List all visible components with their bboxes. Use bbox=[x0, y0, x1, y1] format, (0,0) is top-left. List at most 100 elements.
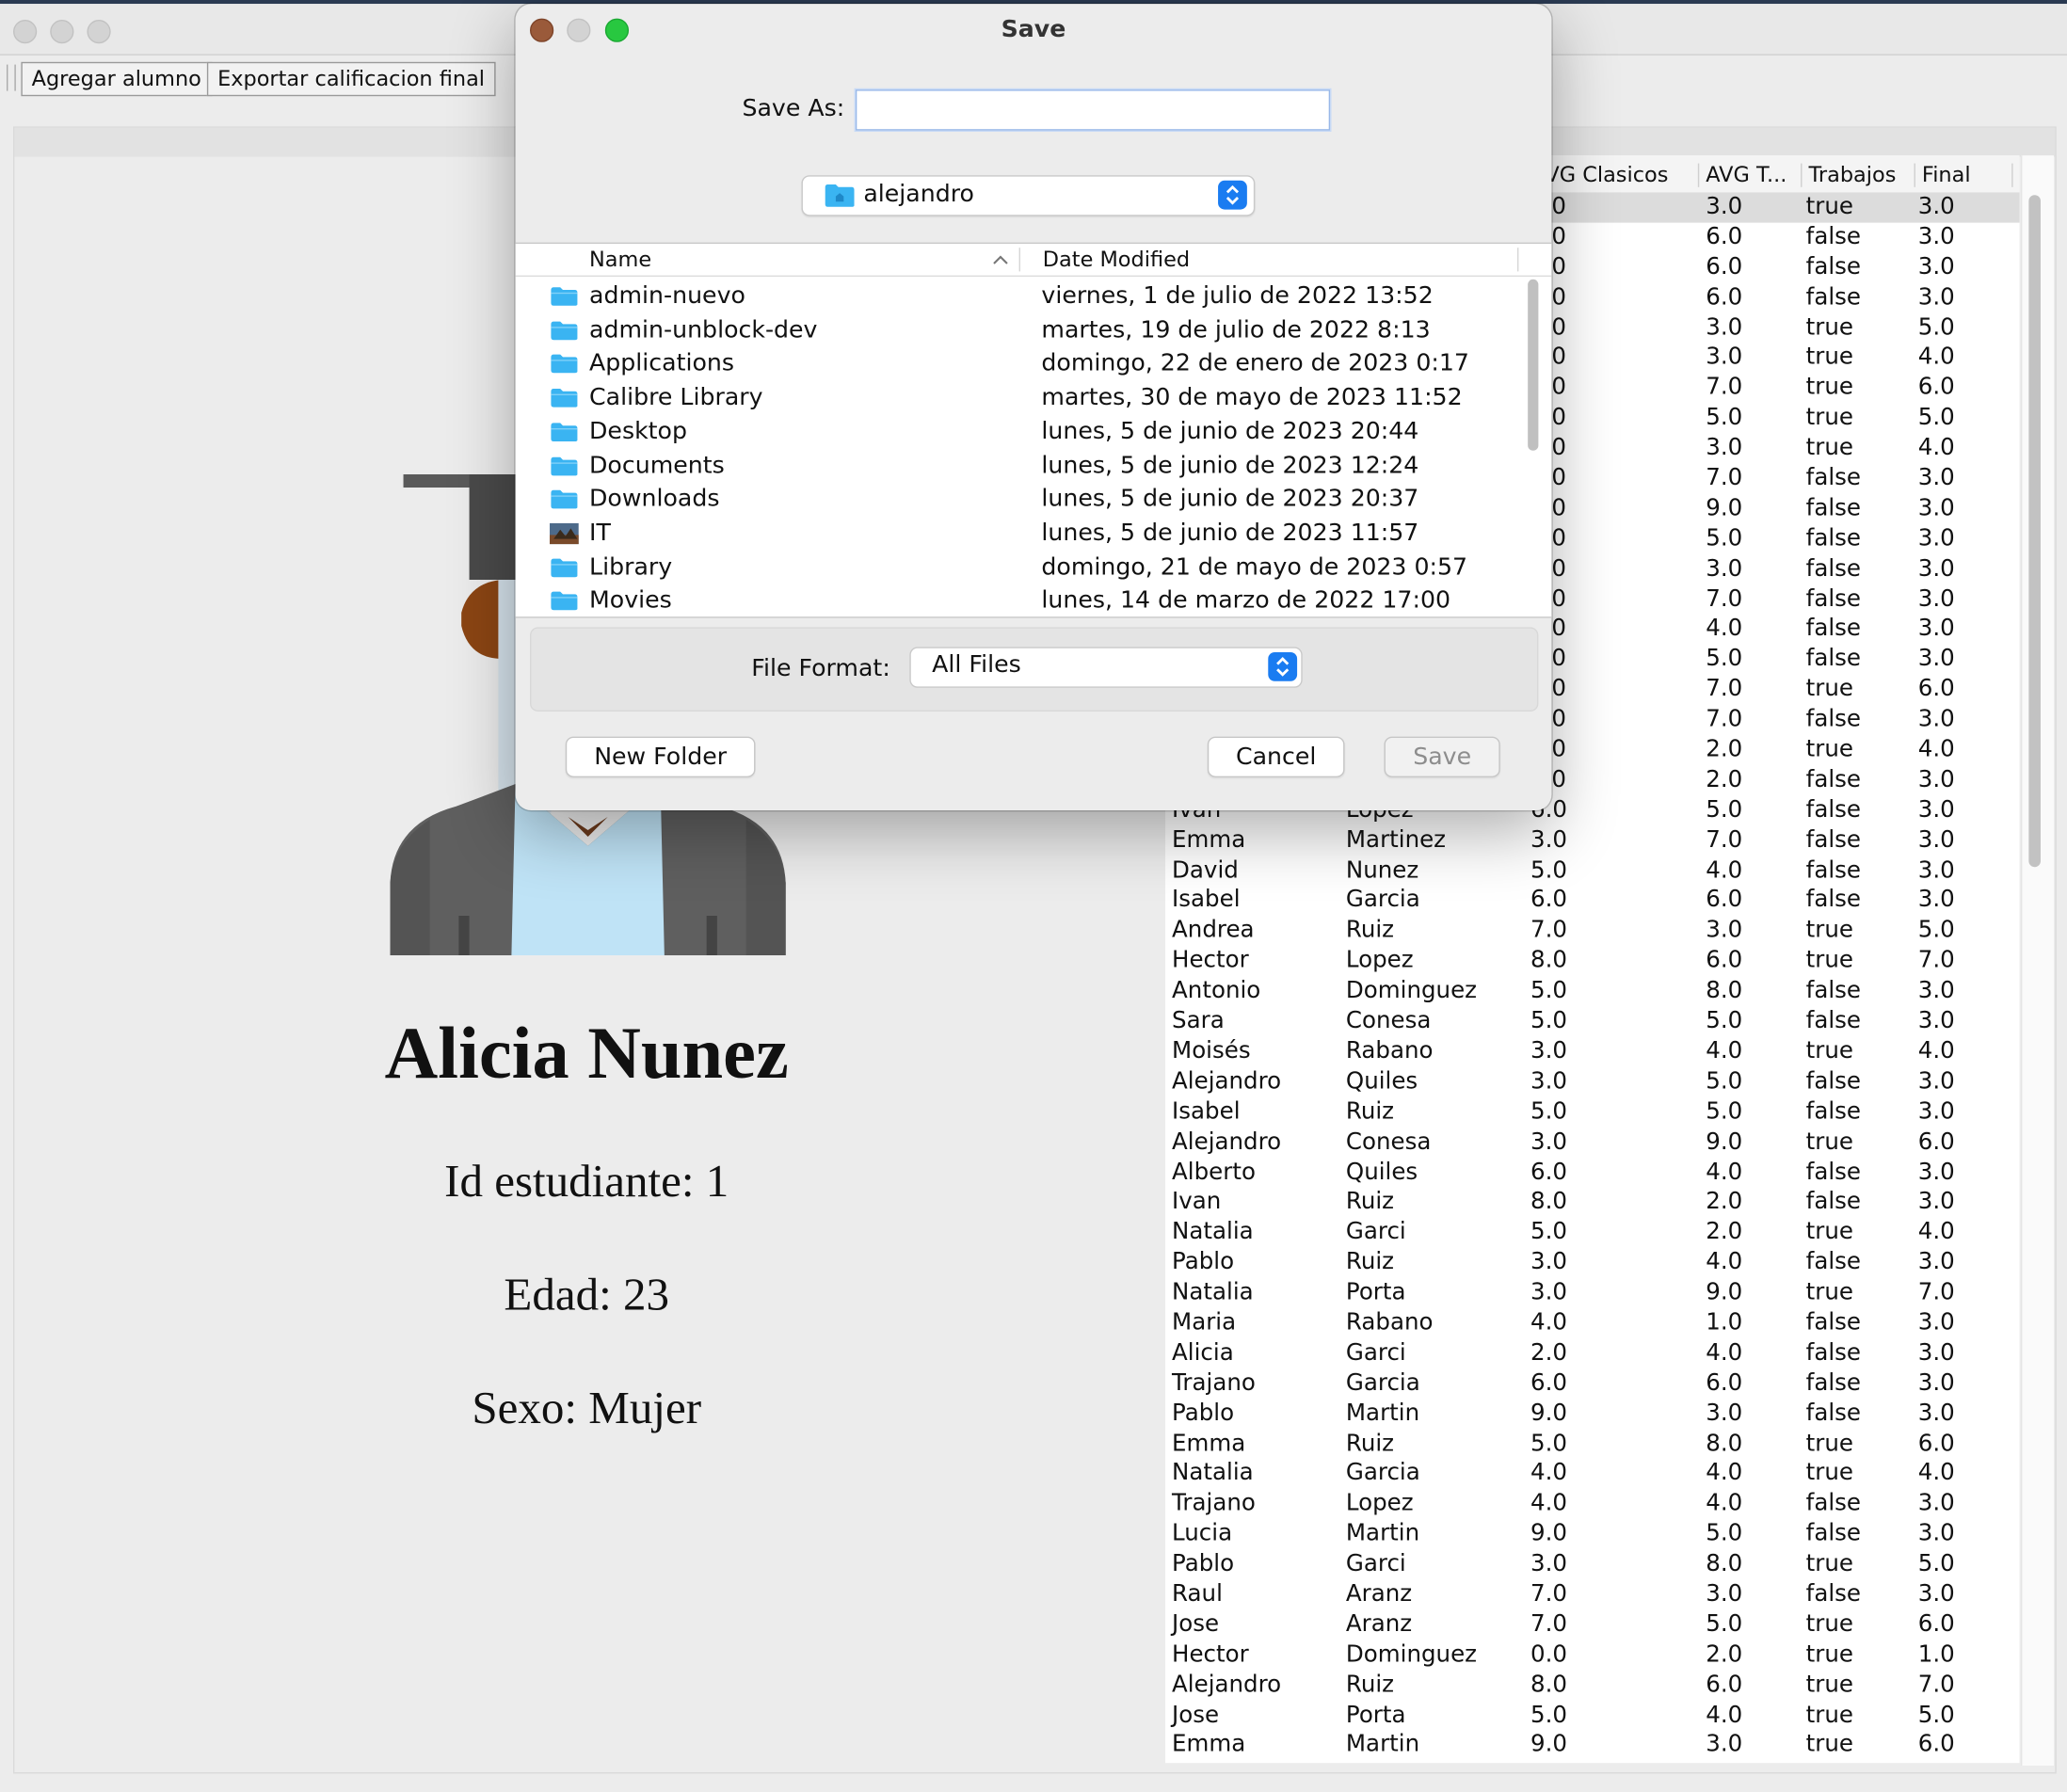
table-scroll-thumb[interactable] bbox=[2028, 195, 2041, 868]
avg-classics-cell: 3.0 bbox=[1530, 1550, 1567, 1577]
documents-folder-icon bbox=[551, 456, 578, 475]
export-final-grade-button[interactable]: Exportar calificacion final bbox=[206, 61, 496, 97]
first-name-cell: Pablo bbox=[1172, 1249, 1235, 1276]
first-name-cell: Hector bbox=[1172, 947, 1249, 974]
table-row[interactable]: Natalia Garci 5.0 2.0 true 4.0 bbox=[1165, 1218, 2020, 1248]
file-list-item[interactable]: Desktop lunes, 5 de junio de 2023 20:44 bbox=[516, 415, 1517, 449]
file-list-item[interactable]: admin-unblock-dev martes, 19 de julio de … bbox=[516, 313, 1517, 347]
table-row[interactable]: Pablo Martin 9.0 3.0 false 3.0 bbox=[1165, 1399, 2020, 1429]
file-format-stepper-icon[interactable] bbox=[1268, 652, 1298, 681]
table-row[interactable]: Emma Martinez 3.0 7.0 false 3.0 bbox=[1165, 825, 2020, 856]
trabajos-cell: true bbox=[1805, 405, 1853, 432]
file-date-modified: lunes, 5 de junio de 2023 20:44 bbox=[1041, 417, 1419, 445]
trabajos-cell: false bbox=[1805, 856, 1862, 884]
file-list-item[interactable]: Downloads lunes, 5 de junio de 2023 20:37 bbox=[516, 483, 1517, 517]
avg-t-cell: 5.0 bbox=[1706, 405, 1743, 432]
table-row[interactable]: Hector Dominguez 0.0 2.0 true 1.0 bbox=[1165, 1640, 2020, 1671]
col-header-avg-t[interactable]: AVG T... bbox=[1706, 162, 1798, 187]
avg-classics-cell: 0 bbox=[1551, 405, 1566, 432]
first-name-cell: David bbox=[1172, 856, 1239, 884]
last-name-cell: Porta bbox=[1345, 1279, 1406, 1306]
folder-icon bbox=[551, 389, 578, 408]
trabajos-cell: false bbox=[1805, 585, 1862, 613]
table-row[interactable]: Trajano Lopez 4.0 4.0 false 3.0 bbox=[1165, 1489, 2020, 1519]
table-row[interactable]: Isabel Ruiz 5.0 5.0 false 3.0 bbox=[1165, 1097, 2020, 1128]
location-stepper-icon[interactable] bbox=[1218, 180, 1247, 210]
first-name-cell: Moisés bbox=[1172, 1038, 1251, 1065]
table-scrollbar[interactable] bbox=[2020, 155, 2054, 1767]
final-cell: 6.0 bbox=[1917, 1732, 1955, 1759]
col-header-trabajos[interactable]: Trabajos bbox=[1808, 162, 1908, 187]
table-row[interactable]: Pablo Ruiz 3.0 4.0 false 3.0 bbox=[1165, 1248, 2020, 1278]
file-list-item[interactable]: Movies lunes, 14 de marzo de 2022 17:00 bbox=[516, 584, 1517, 618]
add-student-button[interactable]: Agregar alumno bbox=[21, 61, 213, 97]
trabajos-cell: false bbox=[1805, 1309, 1862, 1336]
table-row[interactable]: Ivan Ruiz 8.0 2.0 false 3.0 bbox=[1165, 1188, 2020, 1218]
col-header-avg-classics[interactable]: VG Clasicos bbox=[1545, 162, 1692, 187]
table-row[interactable]: Antonio Dominguez 5.0 8.0 false 3.0 bbox=[1165, 977, 2020, 1007]
file-list-scrollbar[interactable] bbox=[1521, 273, 1547, 615]
last-name-cell: Garci bbox=[1345, 1339, 1406, 1367]
table-row[interactable]: Jose Porta 5.0 4.0 true 5.0 bbox=[1165, 1701, 2020, 1731]
table-row[interactable]: Raul Aranz 7.0 3.0 false 3.0 bbox=[1165, 1580, 2020, 1610]
last-name-cell: Nunez bbox=[1345, 856, 1419, 884]
table-row[interactable]: Natalia Garcia 4.0 4.0 true 4.0 bbox=[1165, 1459, 2020, 1489]
table-row[interactable]: Alejandro Quiles 3.0 5.0 false 3.0 bbox=[1165, 1067, 2020, 1097]
file-list-item[interactable]: Applications domingo, 22 de enero de 2023… bbox=[516, 347, 1517, 381]
col-divider bbox=[1801, 163, 1803, 187]
table-row[interactable]: Natalia Porta 3.0 9.0 true 7.0 bbox=[1165, 1278, 2020, 1308]
table-row[interactable]: Alejandro Conesa 3.0 9.0 true 6.0 bbox=[1165, 1128, 2020, 1158]
table-row[interactable]: Alejandro Ruiz 8.0 6.0 true 7.0 bbox=[1165, 1671, 2020, 1701]
table-row[interactable]: Pablo Garci 3.0 8.0 true 5.0 bbox=[1165, 1550, 2020, 1580]
main-close-button[interactable] bbox=[13, 20, 38, 44]
name-column-header[interactable]: Name bbox=[589, 247, 651, 272]
avg-classics-cell: 5.0 bbox=[1530, 856, 1567, 884]
avg-classics-cell: 5.0 bbox=[1530, 1098, 1567, 1126]
trabajos-cell: true bbox=[1805, 193, 1853, 220]
table-row[interactable]: Alicia Garci 2.0 4.0 false 3.0 bbox=[1165, 1338, 2020, 1368]
file-list-item[interactable]: IT lunes, 5 de junio de 2023 11:57 bbox=[516, 517, 1517, 551]
file-list-scroll-thumb[interactable] bbox=[1528, 279, 1539, 451]
table-row[interactable]: Maria Rabano 4.0 1.0 false 3.0 bbox=[1165, 1308, 2020, 1338]
avg-classics-cell: 3.0 bbox=[1530, 1128, 1567, 1156]
avg-t-cell: 3.0 bbox=[1706, 313, 1743, 341]
avg-classics-cell: 0 bbox=[1551, 313, 1566, 341]
file-list-item[interactable]: admin-nuevo viernes, 1 de julio de 2022 1… bbox=[516, 280, 1517, 313]
table-row[interactable]: Moisés Rabano 3.0 4.0 true 4.0 bbox=[1165, 1037, 2020, 1067]
avg-classics-cell: 6.0 bbox=[1530, 887, 1567, 914]
save-button[interactable]: Save bbox=[1384, 736, 1500, 777]
table-row[interactable]: Emma Martin 9.0 3.0 true 6.0 bbox=[1165, 1731, 2020, 1761]
avg-classics-cell: 9.0 bbox=[1530, 1400, 1567, 1427]
file-list-item[interactable]: Documents lunes, 5 de junio de 2023 12:24 bbox=[516, 449, 1517, 483]
main-minimize-button[interactable] bbox=[50, 20, 74, 44]
table-row[interactable]: Emma Ruiz 5.0 8.0 true 6.0 bbox=[1165, 1429, 2020, 1459]
table-row[interactable]: Hector Lopez 8.0 6.0 true 7.0 bbox=[1165, 947, 2020, 977]
cancel-button[interactable]: Cancel bbox=[1207, 736, 1345, 777]
avg-classics-cell: 4.0 bbox=[1530, 1490, 1567, 1517]
trabajos-cell: true bbox=[1805, 375, 1853, 402]
date-modified-column-header[interactable]: Date Modified bbox=[1043, 247, 1190, 272]
table-row[interactable]: Jose Aranz 7.0 5.0 true 6.0 bbox=[1165, 1610, 2020, 1640]
col-header-final[interactable]: Final bbox=[1922, 162, 2001, 187]
table-row[interactable]: Trajano Garcia 6.0 6.0 false 3.0 bbox=[1165, 1368, 2020, 1399]
avg-classics-cell: 0 bbox=[1551, 646, 1566, 673]
table-row[interactable]: Andrea Ruiz 7.0 3.0 true 5.0 bbox=[1165, 917, 2020, 947]
table-row[interactable]: Isabel Garcia 6.0 6.0 false 3.0 bbox=[1165, 886, 2020, 916]
file-list-item[interactable]: Calibre Library martes, 30 de mayo de 202… bbox=[516, 381, 1517, 415]
table-row[interactable]: Alberto Quiles 6.0 4.0 false 3.0 bbox=[1165, 1158, 2020, 1188]
new-folder-button[interactable]: New Folder bbox=[565, 736, 756, 777]
first-name-cell: Maria bbox=[1172, 1309, 1237, 1336]
file-format-popup[interactable]: All Files bbox=[909, 647, 1303, 688]
file-list-item[interactable]: Library domingo, 21 de mayo de 2023 0:57 bbox=[516, 551, 1517, 584]
avg-classics-cell: 4.0 bbox=[1530, 1309, 1567, 1336]
table-row[interactable]: Lucia Martin 9.0 5.0 false 3.0 bbox=[1165, 1519, 2020, 1549]
location-popup[interactable]: alejandro bbox=[801, 175, 1256, 216]
file-date-modified: martes, 30 de mayo de 2023 11:52 bbox=[1041, 383, 1463, 411]
avg-t-cell: 3.0 bbox=[1706, 344, 1743, 372]
avg-t-cell: 4.0 bbox=[1706, 1339, 1743, 1367]
toolbar-grip-handle[interactable] bbox=[7, 64, 16, 91]
table-row[interactable]: David Nunez 5.0 4.0 false 3.0 bbox=[1165, 856, 2020, 886]
save-as-input[interactable] bbox=[855, 89, 1331, 131]
table-row[interactable]: Sara Conesa 5.0 5.0 false 3.0 bbox=[1165, 1007, 2020, 1037]
main-zoom-button[interactable] bbox=[87, 20, 111, 44]
